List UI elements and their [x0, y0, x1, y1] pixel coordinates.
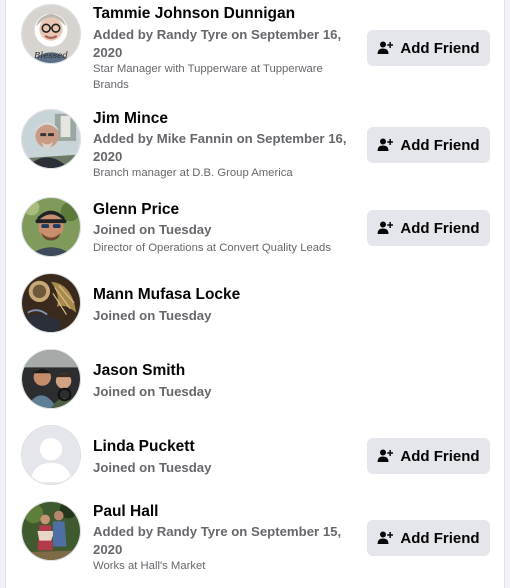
add-friend-button[interactable]: Add Friend: [367, 520, 490, 556]
avatar[interactable]: [21, 349, 81, 409]
person-plus-icon: [377, 221, 394, 234]
member-description: Director of Operations at Convert Qualit…: [93, 242, 331, 254]
member-name[interactable]: Paul Hall: [93, 503, 158, 521]
member-name[interactable]: Mann Mufasa Locke: [93, 286, 240, 304]
member-name[interactable]: Glenn Price: [93, 201, 179, 219]
add-friend-label: Add Friend: [400, 136, 480, 154]
member-description: Star Manager with Tupperware at Tupperwa…: [93, 63, 323, 91]
profile-photo: Blessed: [22, 5, 80, 63]
member-name[interactable]: Tammie Johnson Dunnigan: [93, 5, 295, 23]
avatar[interactable]: [21, 197, 81, 257]
profile-photo: [22, 350, 80, 408]
profile-photo: [22, 502, 80, 560]
add-friend-label: Add Friend: [400, 447, 480, 465]
add-friend-label: Add Friend: [400, 219, 480, 237]
person-plus-icon: [377, 138, 394, 151]
person-plus-icon: [377, 531, 394, 544]
avatar[interactable]: [21, 501, 81, 561]
add-friend-button[interactable]: Add Friend: [367, 210, 490, 246]
add-friend-button[interactable]: Add Friend: [367, 30, 490, 66]
person-plus-icon: [377, 449, 394, 462]
add-friend-label: Add Friend: [400, 529, 480, 547]
avatar[interactable]: [21, 273, 81, 333]
svg-text:Blessed: Blessed: [33, 51, 68, 61]
member-meta: Joined on Tuesday: [93, 460, 212, 475]
avatar[interactable]: [21, 425, 81, 485]
member-name[interactable]: Jim Mince: [93, 110, 168, 128]
member-meta: Joined on Tuesday: [93, 222, 212, 237]
member-name[interactable]: Jason Smith: [93, 362, 185, 380]
member-meta: Added by Randy Tyre on September 16, 202…: [93, 27, 342, 60]
member-meta: Added by Mike Fannin on September 16, 20…: [93, 131, 347, 164]
add-friend-button[interactable]: Add Friend: [367, 127, 490, 163]
avatar[interactable]: Blessed: [21, 4, 81, 64]
profile-photo: [22, 198, 80, 256]
member-meta: Added by Randy Tyre on September 15, 202…: [93, 524, 342, 557]
person-plus-icon: [377, 41, 394, 54]
member-list-panel: Blessed Tammie Johnson Dunnigan Added by…: [5, 0, 505, 588]
member-description: Works at Hall's Market: [93, 560, 206, 572]
add-friend-label: Add Friend: [400, 39, 480, 57]
member-description: Branch manager at D.B. Group America: [93, 167, 293, 179]
member-meta: Joined on Tuesday: [93, 384, 212, 399]
add-friend-button[interactable]: Add Friend: [367, 438, 490, 474]
profile-photo: [22, 110, 80, 168]
member-name[interactable]: Linda Puckett: [93, 438, 195, 456]
avatar[interactable]: [21, 109, 81, 169]
member-meta: Joined on Tuesday: [93, 308, 212, 323]
silhouette-icon: [22, 426, 80, 484]
profile-photo: [22, 274, 80, 332]
